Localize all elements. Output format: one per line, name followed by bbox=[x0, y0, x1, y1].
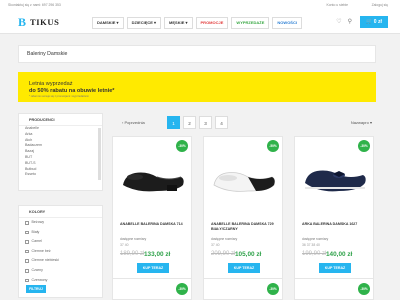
top-bar: Skontaktuj się z nami: 697 296 353 Konto… bbox=[0, 0, 400, 10]
page-3[interactable]: 3 bbox=[199, 116, 212, 129]
discount-badge: -30% bbox=[176, 140, 188, 152]
wishlist-icon[interactable]: ♡ bbox=[336, 18, 341, 25]
checkbox[interactable] bbox=[25, 230, 29, 235]
product-card[interactable]: -50% ANABELLE BALERINA DAMSKA 729 BIAŁY/… bbox=[203, 136, 283, 290]
promo-banner[interactable]: Letnia wyprzedaż do 50% rabatu na obuwie… bbox=[18, 72, 376, 102]
old-price: 199,90 zł bbox=[302, 251, 327, 257]
search-icon[interactable]: ⚲ bbox=[348, 18, 352, 25]
discount-badge: -30% bbox=[358, 283, 370, 295]
old-price: 189,90 zł bbox=[120, 251, 145, 257]
discount-badge: -30% bbox=[358, 140, 370, 152]
product-card-partial[interactable]: -30% bbox=[112, 278, 192, 300]
product-image[interactable] bbox=[208, 141, 280, 213]
logo-letter: B bbox=[18, 15, 27, 29]
color-option[interactable]: Czerwony bbox=[19, 276, 102, 286]
checkbox[interactable] bbox=[25, 249, 29, 254]
nav-nowosci[interactable]: NOWOŚCI bbox=[272, 17, 302, 29]
product-name[interactable]: ANABELLE BALERINA DAMSKA 714 bbox=[120, 222, 188, 227]
nav-dzieciece[interactable]: DZIECIĘCE ▾ bbox=[126, 17, 162, 29]
new-price: 133,00 zł bbox=[144, 251, 171, 258]
checkbox[interactable] bbox=[25, 221, 29, 225]
color-option[interactable]: Czarny bbox=[19, 266, 102, 276]
color-option[interactable]: Ciemne beż bbox=[19, 247, 102, 257]
product-card-partial[interactable]: -30% bbox=[294, 278, 374, 300]
product-sizes: 37 40 bbox=[211, 243, 220, 247]
colors-title: KOLORY bbox=[19, 206, 102, 218]
product-card[interactable]: -30% ARKA BALERINA DAMSKA 1627 dostępne … bbox=[294, 136, 374, 290]
main-nav: DAMSKIE ▾ DZIECIĘCE ▾ MĘSKIE ▾ PROMOCJE … bbox=[92, 17, 302, 29]
breadcrumb: Baleriny Damskie bbox=[18, 45, 376, 63]
color-label: Ciemne beż bbox=[31, 248, 51, 253]
color-option[interactable]: Biały bbox=[19, 228, 102, 238]
color-option[interactable]: Camel bbox=[19, 237, 102, 247]
logo[interactable]: B TIKUS bbox=[18, 15, 62, 29]
account-link[interactable]: Konto u siebie bbox=[327, 3, 349, 7]
site-header: B TIKUS DAMSKIE ▾ DZIECIĘCE ▾ MĘSKIE ▾ P… bbox=[0, 10, 400, 34]
product-name[interactable]: ANABELLE BALERINA DAMSKA 729 BIAŁY/CZARN… bbox=[211, 222, 279, 231]
producers-title: PRODUCENCI bbox=[19, 114, 102, 126]
nav-promocje[interactable]: PROMOCJE bbox=[195, 17, 229, 29]
color-option[interactable]: Beżowy bbox=[19, 218, 102, 228]
color-label: Czerwony bbox=[31, 277, 48, 282]
availability-label: dostępne rozmiary bbox=[120, 237, 147, 241]
checkbox[interactable] bbox=[25, 278, 29, 283]
colors-filter: KOLORY Beżowy Biały Camel Ciemne beż Cie… bbox=[18, 205, 103, 298]
filter-button[interactable]: FILTRUJ bbox=[26, 285, 46, 293]
old-price: 209,90 zł bbox=[211, 251, 236, 257]
nav-damskie[interactable]: DAMSKIE ▾ bbox=[92, 17, 124, 29]
page-1[interactable]: 1 bbox=[167, 116, 180, 129]
login-link[interactable]: Zaloguj się bbox=[372, 3, 388, 7]
buy-button[interactable]: KUP TERAZ bbox=[137, 263, 169, 273]
nav-meskie[interactable]: MĘSKIE ▾ bbox=[164, 17, 193, 29]
logo-text: TIKUS bbox=[30, 17, 60, 27]
product-sizes: 36 37 38 40 bbox=[302, 243, 320, 247]
contact-phone: Skontaktuj się z nami: 697 296 353 bbox=[8, 3, 61, 7]
producers-filter: PRODUCENCI Anabelle Arka Atch Badaczem B… bbox=[18, 113, 103, 191]
availability-label: dostępne rozmiary bbox=[302, 237, 329, 241]
banner-note: * rabat nie sumuje się z promocjami i wy… bbox=[29, 95, 89, 98]
checkbox[interactable] bbox=[25, 259, 29, 263]
color-option[interactable]: Ciemne niebieski bbox=[19, 256, 102, 266]
discount-badge: -30% bbox=[176, 283, 188, 295]
color-label: Camel bbox=[31, 239, 42, 244]
availability-label: dostępne rozmiary bbox=[211, 237, 238, 241]
new-price: 140,00 zł bbox=[326, 251, 353, 258]
producer-item[interactable]: Esseto bbox=[19, 172, 102, 178]
buy-button[interactable]: KUP TERAZ bbox=[319, 263, 351, 273]
product-card-partial[interactable]: -30% bbox=[203, 278, 283, 300]
buy-button[interactable]: KUP TERAZ bbox=[228, 263, 260, 273]
cart-button[interactable]: 🛒 0 zł bbox=[360, 16, 388, 28]
product-name[interactable]: ARKA BALERINA DAMSKA 1627 bbox=[302, 222, 370, 227]
discount-badge: -30% bbox=[267, 283, 279, 295]
pagination: ‹ Poprzednia 1 2 3 4 Nazwapro ▾ bbox=[112, 116, 376, 130]
page-4[interactable]: 4 bbox=[215, 116, 228, 129]
product-card[interactable]: -30% ANABELLE BALERINA DAMSKA 714 dostęp… bbox=[112, 136, 192, 290]
color-label: Czarny bbox=[31, 267, 43, 272]
header-icons: ♡ ⚲ bbox=[336, 18, 352, 25]
producers-scrollbar[interactable] bbox=[98, 128, 101, 180]
product-image[interactable] bbox=[299, 141, 371, 213]
page-2[interactable]: 2 bbox=[183, 116, 196, 129]
product-sizes: 37 40 bbox=[120, 243, 129, 247]
banner-line2: do 50% rabatu na obuwie letnie* bbox=[29, 88, 115, 94]
color-label: Beżowy bbox=[31, 220, 45, 224]
discount-badge: -50% bbox=[267, 140, 279, 152]
checkbox[interactable] bbox=[25, 240, 29, 244]
nav-wyprzedaze[interactable]: WYPRZEDAŻE bbox=[231, 17, 270, 29]
product-image[interactable] bbox=[117, 141, 189, 213]
new-price: 105,00 zł bbox=[235, 251, 262, 258]
banner-line1: Letnia wyprzedaż bbox=[29, 81, 73, 87]
color-label: Ciemne niebieski bbox=[31, 258, 59, 263]
sort-select[interactable]: Nazwapro ▾ bbox=[351, 120, 372, 125]
checkbox[interactable] bbox=[25, 269, 29, 273]
color-label: Biały bbox=[31, 229, 40, 234]
prev-page-link[interactable]: ‹ Poprzednia bbox=[122, 120, 145, 125]
